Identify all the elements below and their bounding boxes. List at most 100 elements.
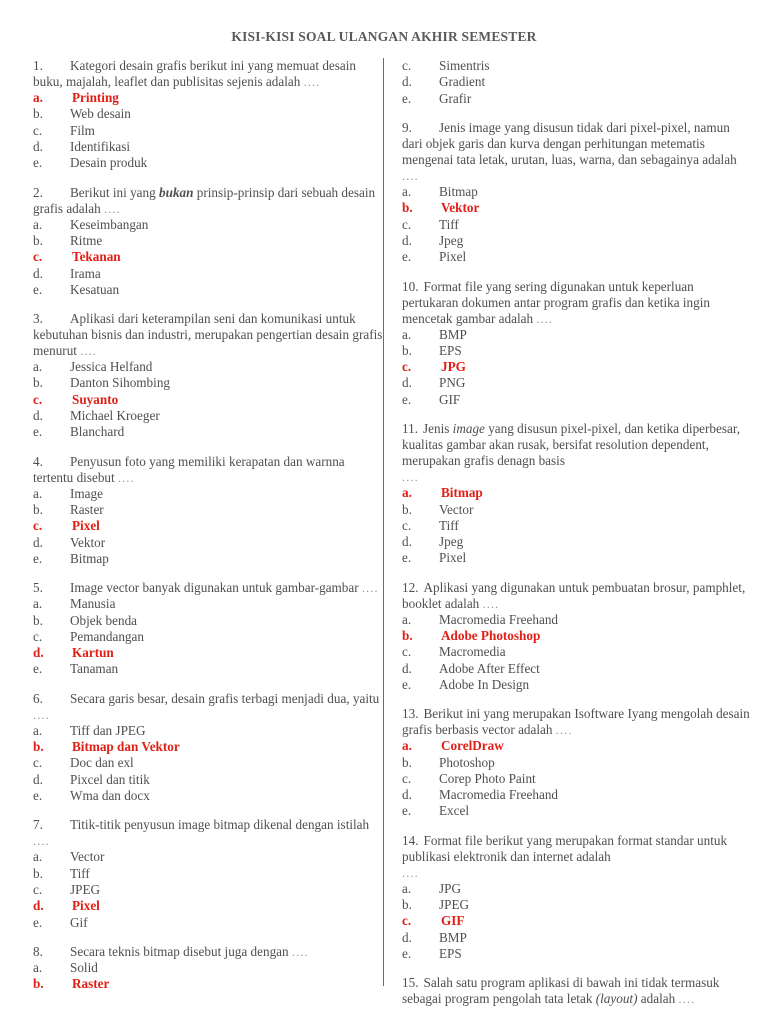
answer-option[interactable]: d. Pixel (33, 898, 383, 914)
option-item[interactable]: c. Macromedia (402, 644, 752, 660)
option-item[interactable]: b. Objek benda (33, 613, 383, 629)
option-item[interactable]: a. JPG (402, 881, 752, 897)
option-item[interactable]: b. Vector (402, 502, 752, 518)
option-item[interactable]: e. Pixel (402, 249, 752, 265)
option-item[interactable]: d. Identifikasi (33, 139, 383, 155)
option-item[interactable]: b. Danton Sihombing (33, 375, 383, 391)
option-item[interactable]: d. Jpeg (402, 534, 752, 550)
option-item[interactable]: d. PNG (402, 375, 752, 391)
option-item[interactable]: c. JPEG (33, 882, 383, 898)
question-number: 12. (402, 579, 419, 595)
option-item[interactable]: c. Pemandangan (33, 629, 383, 645)
option-label: EPS (439, 946, 462, 962)
question-number: 6. (33, 690, 43, 706)
option-letter: a. (33, 596, 43, 612)
option-item[interactable]: c. Tiff (402, 518, 752, 534)
question-stem: 6. Secara garis besar, desain grafis terb… (33, 691, 383, 723)
option-item[interactable]: b. Raster (33, 502, 383, 518)
option-item[interactable]: b. Tiff (33, 866, 383, 882)
option-item[interactable]: a. Manusia (33, 596, 383, 612)
option-letter: c. (33, 391, 43, 407)
option-item[interactable]: d. Macromedia Freehand (402, 787, 752, 803)
option-list: a. Jessica Helfand b. Danton Sihombing c. Suy… (33, 359, 383, 440)
answer-option[interactable]: c. Pixel (33, 518, 383, 534)
question-text-part: Format file yang sering digunakan untuk … (402, 278, 710, 326)
answer-option[interactable]: b. Vektor (402, 200, 752, 216)
option-item[interactable]: e. GIF (402, 392, 752, 408)
option-item[interactable]: c. Film (33, 123, 383, 139)
option-item[interactable]: a. Vector (33, 849, 383, 865)
option-item[interactable]: d. BMP (402, 930, 752, 946)
option-label: GIF (441, 913, 465, 929)
option-item[interactable]: e. Grafir (402, 91, 752, 107)
question-block: 2. Berikut ini yang bukan prinsip-prinsip… (33, 185, 383, 299)
option-label: Pixcel dan titik (70, 771, 150, 787)
option-item[interactable]: e. Adobe In Design (402, 677, 752, 693)
option-item[interactable]: e. Wma dan docx (33, 788, 383, 804)
answer-option[interactable]: d. Kartun (33, 645, 383, 661)
answer-option[interactable]: a. CorelDraw (402, 738, 752, 754)
ellipsis-dots: .... (402, 470, 419, 485)
option-item[interactable]: d. Jpeg (402, 233, 752, 249)
option-item[interactable]: c. Simentris (402, 58, 752, 74)
option-label: Corep Photo Paint (439, 770, 536, 786)
option-letter: a. (402, 326, 412, 342)
option-item[interactable]: b. JPEG (402, 897, 752, 913)
option-label: Blanchard (70, 424, 125, 440)
option-label: JPG (441, 359, 466, 375)
option-item[interactable]: a. Bitmap (402, 184, 752, 200)
option-item[interactable]: d. Irama (33, 266, 383, 282)
option-item[interactable]: c. Tiff (402, 217, 752, 233)
option-item[interactable]: d. Gradient (402, 74, 752, 90)
question-text-part: Jenis (423, 421, 453, 437)
left-column: 1. Kategori desain grafis berikut ini yan… (33, 58, 383, 1005)
option-item[interactable]: c. Corep Photo Paint (402, 771, 752, 787)
answer-option[interactable]: c. JPG (402, 359, 752, 375)
option-item[interactable]: e. Kesatuan (33, 282, 383, 298)
option-item[interactable]: b. Photoshop (402, 755, 752, 771)
option-item[interactable]: e. Gif (33, 915, 383, 931)
option-item[interactable]: a. Image (33, 486, 383, 502)
answer-option[interactable]: b. Adobe Photoshop (402, 628, 752, 644)
option-item[interactable]: e. Pixel (402, 550, 752, 566)
question-number: 3. (33, 311, 43, 327)
option-item[interactable]: a. Solid (33, 960, 383, 976)
option-item[interactable]: a. BMP (402, 327, 752, 343)
option-item[interactable]: d. Vektor (33, 535, 383, 551)
option-item[interactable]: d. Pixcel dan titik (33, 772, 383, 788)
answer-option[interactable]: b. Bitmap dan Vektor (33, 739, 383, 755)
answer-option[interactable]: a. Printing (33, 90, 383, 106)
option-label: Vector (70, 849, 105, 865)
option-list: a. JPG b. JPEG c. GIF d. BMP e. EPS (402, 881, 752, 962)
answer-option[interactable]: b. Raster (33, 976, 383, 992)
option-item[interactable]: b. EPS (402, 343, 752, 359)
option-list: a. Bitmap b. Vector c. Tiff d. Jpeg e. Pixel (402, 485, 752, 566)
option-item[interactable]: e. Blanchard (33, 424, 383, 440)
option-item[interactable]: b. Ritme (33, 233, 383, 249)
option-item[interactable]: e. EPS (402, 946, 752, 962)
option-item[interactable]: e. Tanaman (33, 661, 383, 677)
option-item[interactable]: d. Michael Kroeger (33, 408, 383, 424)
option-letter: d. (402, 232, 412, 248)
option-item[interactable]: e. Bitmap (33, 551, 383, 567)
option-item[interactable]: a. Macromedia Freehand (402, 612, 752, 628)
option-list: a. Solid b. Raster (33, 960, 383, 993)
option-item[interactable]: e. Excel (402, 803, 752, 819)
answer-option[interactable]: a. Bitmap (402, 485, 752, 501)
answer-option[interactable]: c. Suyanto (33, 392, 383, 408)
question-text-part: Aplikasi yang digunakan untuk pembuatan … (402, 579, 746, 611)
question-text-part: Image vector banyak digunakan untuk gamb… (70, 580, 362, 596)
option-item[interactable]: a. Keseimbangan (33, 217, 383, 233)
answer-option[interactable]: c. Tekanan (33, 249, 383, 265)
ellipsis-dots: .... (361, 581, 379, 596)
option-item[interactable]: a. Tiff dan JPEG (33, 723, 383, 739)
answer-option[interactable]: c. GIF (402, 913, 752, 929)
option-item[interactable]: b. Web desain (33, 106, 383, 122)
option-item[interactable]: a. Jessica Helfand (33, 359, 383, 375)
option-label: Vector (439, 501, 474, 517)
option-item[interactable]: d. Adobe After Effect (402, 661, 752, 677)
option-letter: b. (33, 865, 43, 881)
option-item[interactable]: e. Desain produk (33, 155, 383, 171)
option-item[interactable]: c. Doc dan exl (33, 755, 383, 771)
option-label: Wma dan docx (70, 787, 150, 803)
